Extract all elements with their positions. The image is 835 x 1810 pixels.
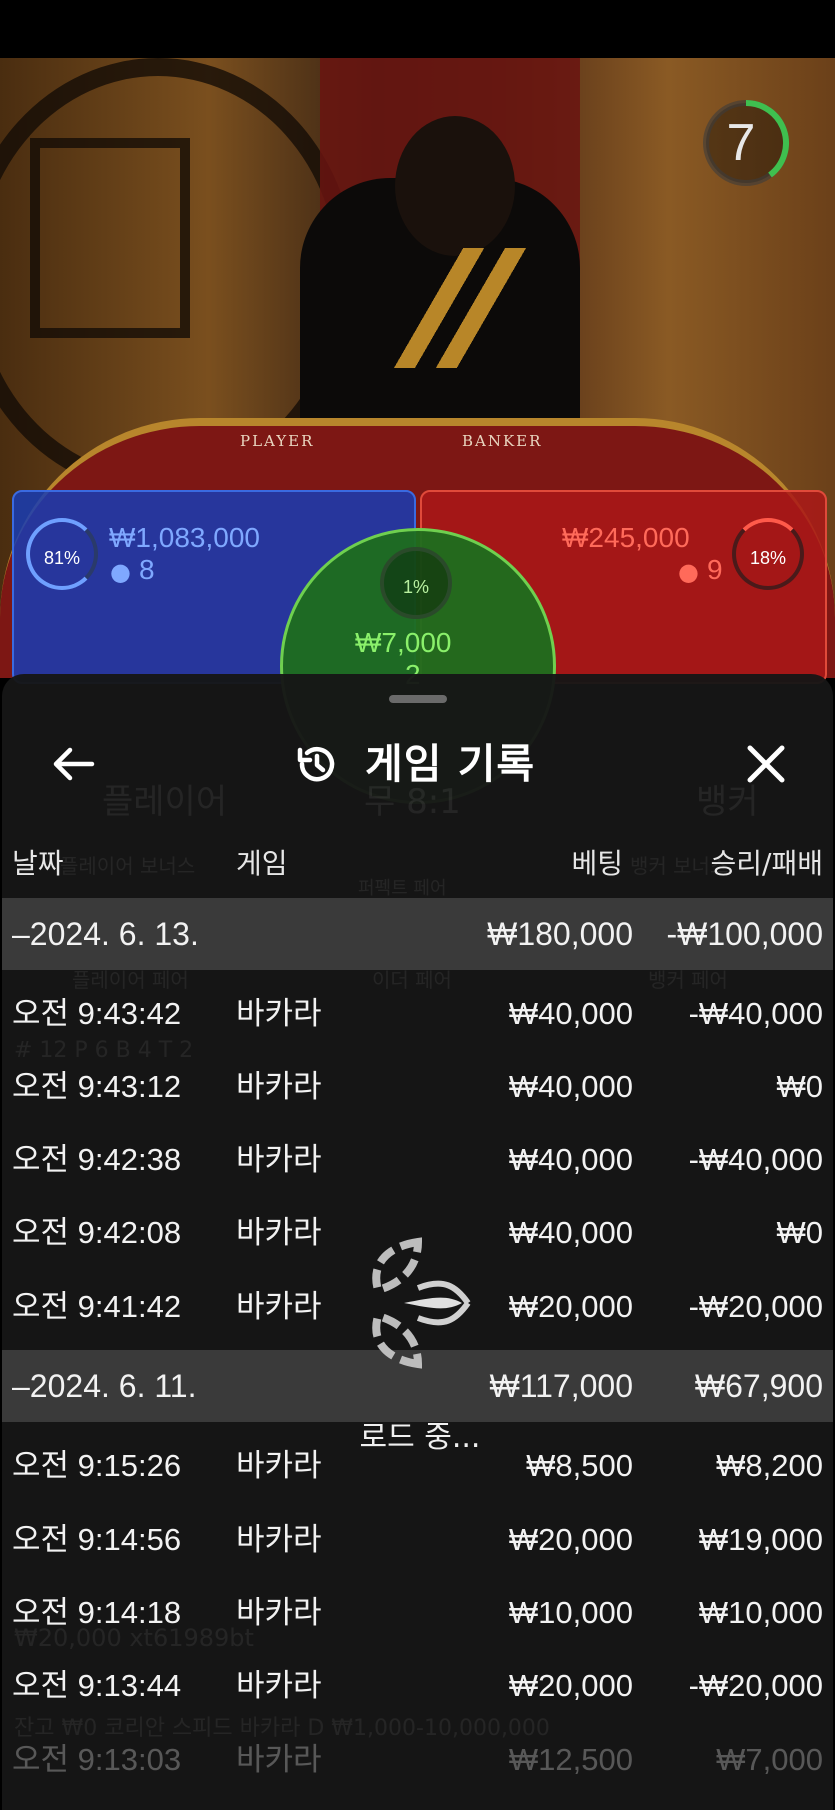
game-name: 바카라 — [236, 1742, 322, 1777]
win-loss-amount: ₩67,900 — [694, 1368, 823, 1404]
bet-amount: ₩117,000 — [489, 1368, 634, 1404]
win-loss-amount: ₩0 — [776, 1215, 824, 1250]
win-loss-amount: ₩0 — [776, 1069, 824, 1104]
countdown-timer: 7 — [726, 114, 756, 172]
win-loss-amount: -₩40,000 — [688, 1142, 823, 1177]
bet-amount: ₩40,000 — [508, 996, 633, 1031]
column-header-date: 날짜 — [12, 847, 64, 880]
player-count: 8 — [139, 554, 155, 585]
game-name: 바카라 — [236, 1142, 322, 1177]
win-loss-amount: ₩10,000 — [698, 1595, 823, 1630]
bet-amount: ₩40,000 — [508, 1142, 633, 1177]
user-icon: ● — [678, 558, 699, 586]
game-name: 바카라 — [236, 1069, 322, 1104]
round-time: 오전 9:13:03 — [12, 1742, 182, 1777]
loading-text: 로드 중... — [359, 1420, 481, 1455]
bet-amount: ₩40,000 — [508, 1069, 633, 1104]
round-time: 오전 9:42:38 — [12, 1142, 182, 1177]
bet-amount: ₩20,000 — [508, 1668, 633, 1703]
tie-percent-ring: 1% — [380, 547, 452, 619]
win-loss-amount: ₩8,200 — [716, 1448, 823, 1483]
lattice-panel — [30, 138, 190, 338]
history-row[interactable]: 오전 9:42:38 바카라 ₩40,000 -₩40,000 — [2, 1124, 833, 1196]
round-time: 오전 9:42:08 — [12, 1215, 182, 1250]
history-row[interactable]: 오전 9:13:44 바카라 ₩20,000 -₩20,000 — [2, 1650, 833, 1722]
tie-amount: ₩7,000 — [355, 627, 452, 658]
column-header-win-loss: 승리/패배 — [710, 847, 823, 880]
round-time: 오전 9:14:18 — [12, 1595, 182, 1630]
win-loss-amount: -₩20,000 — [688, 1289, 823, 1324]
win-loss-amount: -₩100,000 — [666, 916, 823, 952]
round-time: 오전 9:13:44 — [12, 1668, 182, 1703]
banker-amount: ₩245,000 — [562, 522, 690, 553]
column-header-game: 게임 — [236, 847, 288, 880]
game-name: 바카라 — [236, 1522, 322, 1557]
date-label: –2024. 6. 11. — [12, 1368, 197, 1404]
round-time: 오전 9:43:12 — [12, 1069, 182, 1104]
bg-perfect-pair: 퍼펙트 페어 — [358, 878, 447, 899]
date-label: –2024. 6. 13. — [12, 916, 199, 952]
panel-title: 게임 기록 — [365, 740, 536, 788]
game-name: 바카라 — [236, 1595, 322, 1630]
bet-amount: ₩12,500 — [508, 1742, 633, 1777]
game-name: 바카라 — [236, 1215, 322, 1250]
player-percent: 81% — [43, 548, 81, 568]
table-label-player: PLAYER — [240, 432, 315, 450]
round-time: 오전 9:15:26 — [12, 1448, 182, 1483]
column-header-bet: 베팅 — [571, 847, 623, 880]
back-arrow-icon[interactable] — [44, 734, 104, 794]
game-name: 바카라 — [236, 996, 322, 1031]
bg-player-label: 플레이어 — [102, 782, 228, 822]
history-row[interactable]: 오전 9:14:56 바카라 ₩20,000 ₩19,000 — [2, 1504, 833, 1576]
banker-percent: 18% — [749, 548, 787, 568]
bet-amount: ₩8,500 — [526, 1448, 633, 1483]
player-amount: ₩1,083,000 — [109, 522, 260, 553]
date-group-row[interactable]: –2024. 6. 13. ₩180,000 -₩100,000 — [2, 898, 833, 970]
user-icon: ● — [110, 558, 131, 586]
bet-amount: ₩20,000 — [508, 1522, 633, 1557]
win-loss-amount: -₩20,000 — [688, 1668, 823, 1703]
bet-amount: ₩180,000 — [487, 916, 633, 952]
round-time: 오전 9:43:42 — [12, 996, 182, 1031]
history-row[interactable]: 오전 9:13:03 바카라 ₩12,500 ₩7,000 — [2, 1724, 833, 1796]
history-row[interactable]: 오전 9:14:18 바카라 ₩10,000 ₩10,000 — [2, 1577, 833, 1649]
bg-player-bonus: 플레이어 보너스 — [60, 854, 196, 878]
dealer-head — [395, 116, 515, 256]
banker-percent-ring: 18% — [732, 518, 804, 590]
round-time: 오전 9:14:56 — [12, 1522, 182, 1557]
round-time: 오전 9:41:42 — [12, 1289, 182, 1324]
bet-amount: ₩40,000 — [508, 1215, 633, 1250]
game-name: 바카라 — [236, 1289, 322, 1324]
win-loss-amount: -₩40,000 — [688, 996, 823, 1031]
history-icon — [297, 747, 335, 782]
bet-amount: ₩10,000 — [508, 1595, 633, 1630]
win-loss-amount: ₩19,000 — [698, 1522, 823, 1557]
bet-amount: ₩20,000 — [508, 1289, 633, 1324]
game-name: 바카라 — [236, 1668, 322, 1703]
history-row[interactable]: 오전 9:43:12 바카라 ₩40,000 ₩0 — [2, 1051, 833, 1123]
dealer-lapel — [390, 248, 530, 368]
close-icon[interactable] — [736, 734, 796, 794]
history-row[interactable]: 오전 9:43:42 바카라 ₩40,000 -₩40,000 — [2, 978, 833, 1050]
banker-count: 9 — [707, 554, 723, 585]
loading-spinner-icon — [372, 1237, 471, 1369]
drag-handle[interactable] — [389, 695, 447, 703]
game-name: 바카라 — [236, 1448, 322, 1483]
player-percent-ring: 81% — [26, 518, 98, 590]
table-label-banker: BANKER — [462, 432, 543, 450]
tie-percent: 1% — [402, 577, 429, 597]
win-loss-amount: ₩7,000 — [716, 1742, 823, 1777]
